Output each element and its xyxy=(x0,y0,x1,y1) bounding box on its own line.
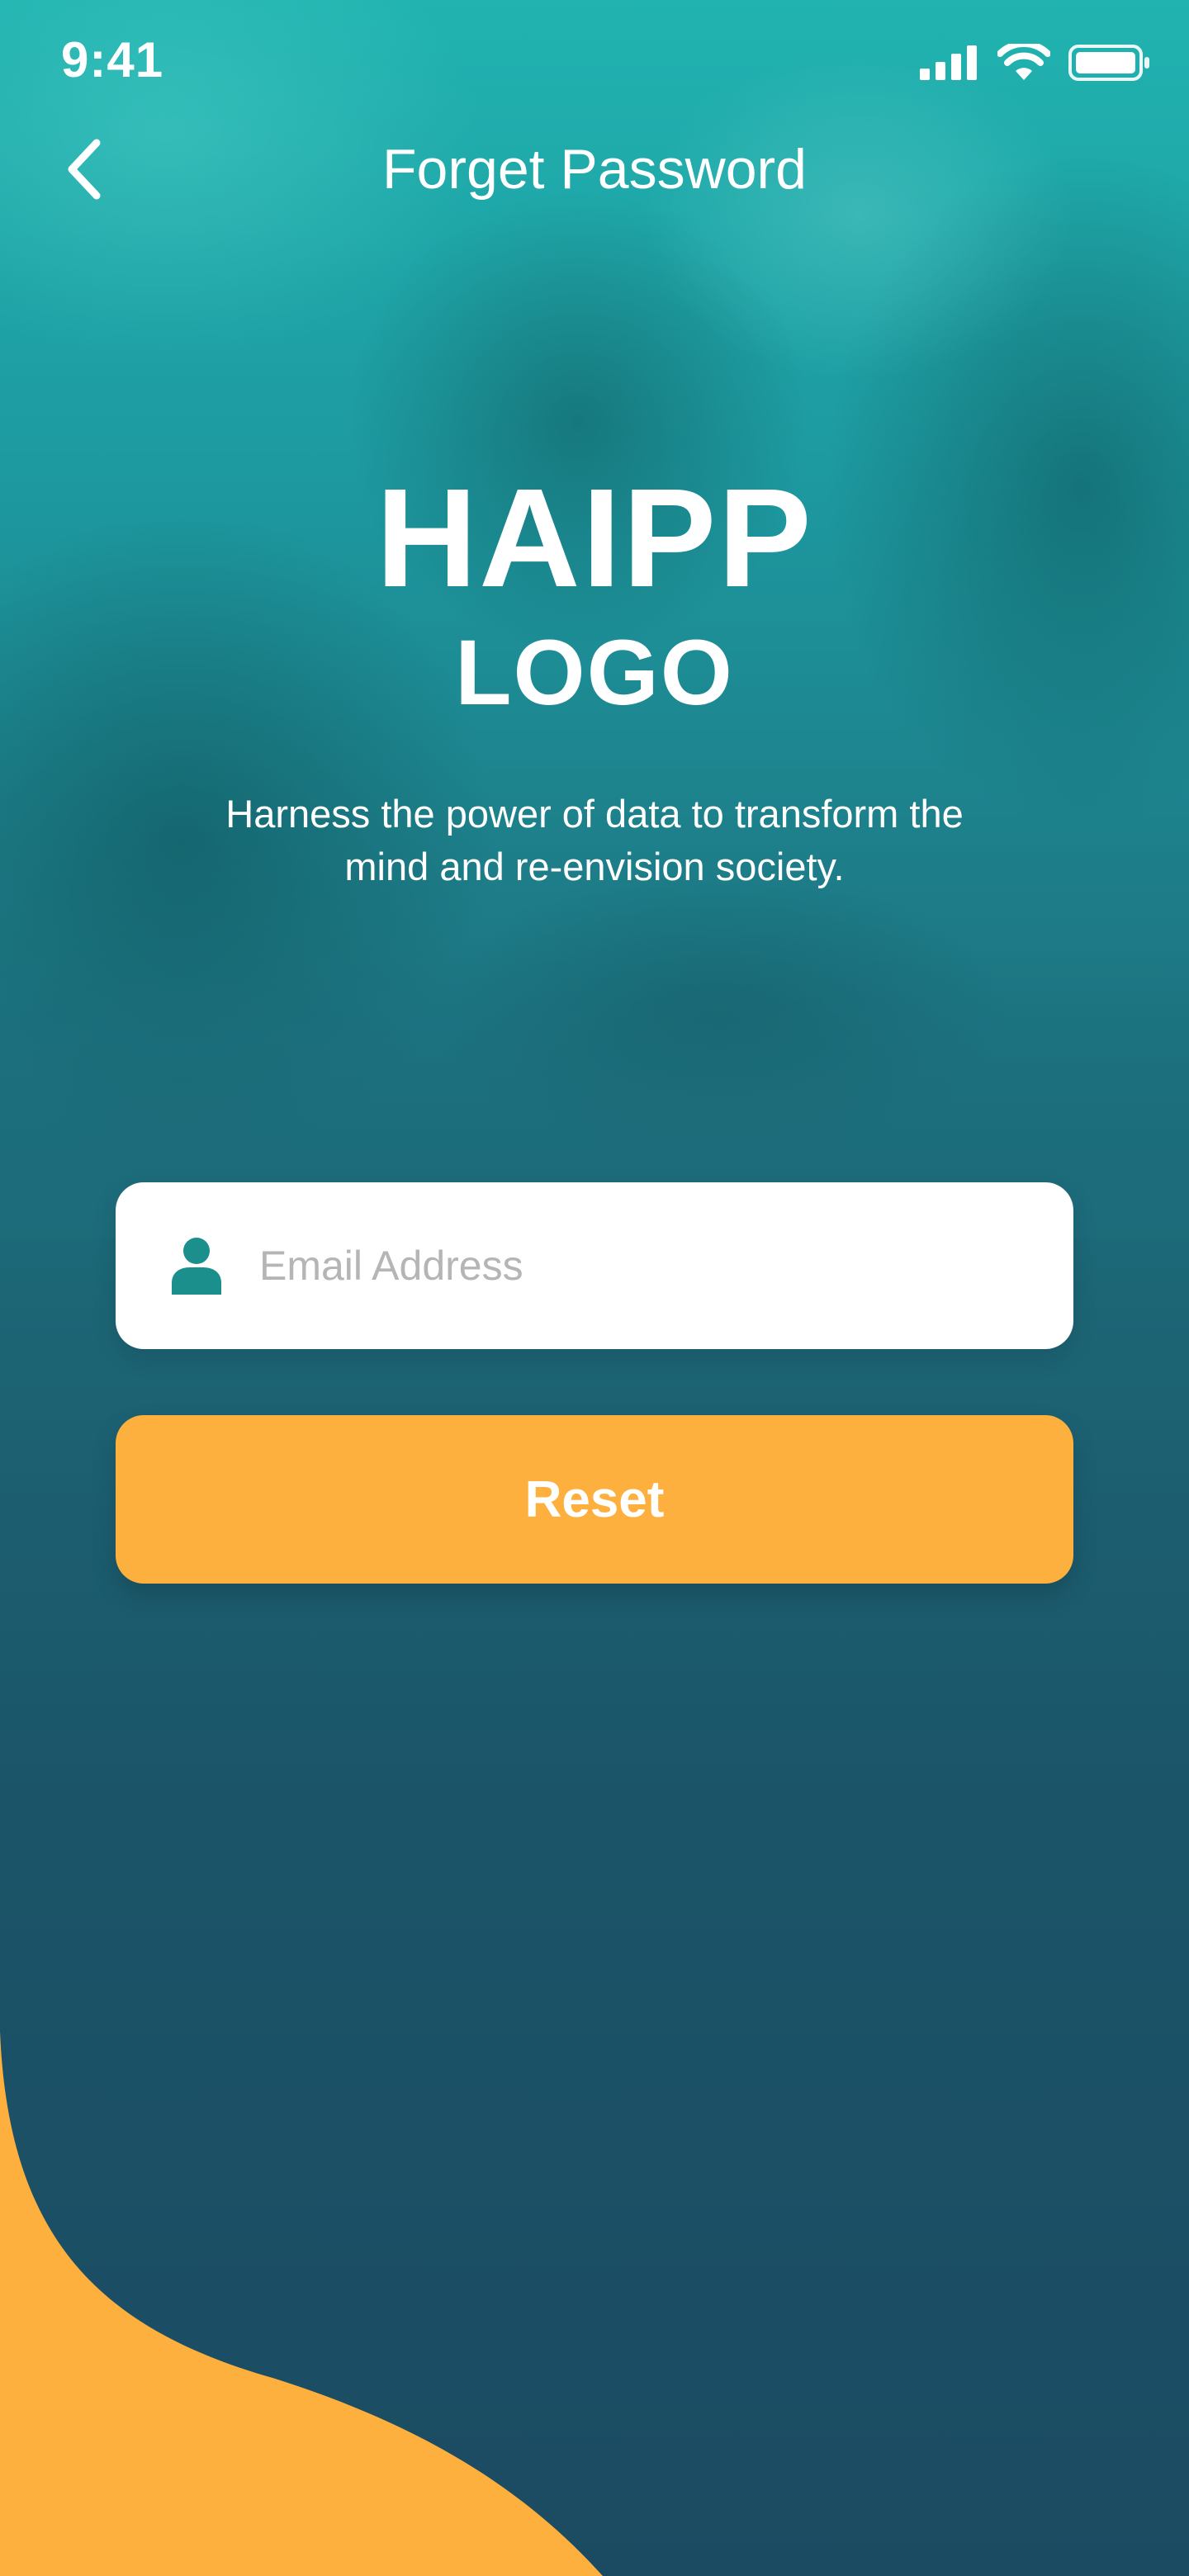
email-field[interactable] xyxy=(116,1182,1073,1349)
forget-password-screen: 9:41 Forget Password HAIPP LOGO Harness … xyxy=(0,0,1189,2576)
bottom-wave-decoration xyxy=(0,2031,603,2576)
page-title: Forget Password xyxy=(382,138,807,201)
chevron-left-icon xyxy=(68,139,101,200)
email-input[interactable] xyxy=(259,1215,1035,1316)
back-button[interactable] xyxy=(54,132,114,206)
battery-icon xyxy=(1068,45,1149,81)
signal-icon xyxy=(920,45,977,80)
tagline: Harness the power of data to transform t… xyxy=(225,792,964,888)
logo-title: HAIPP xyxy=(376,460,813,617)
reset-button[interactable]: Reset xyxy=(116,1415,1073,1584)
status-icons xyxy=(920,40,1151,86)
status-bar: 9:41 xyxy=(0,0,1189,124)
status-time: 9:41 xyxy=(61,32,164,88)
user-icon xyxy=(172,1238,221,1295)
logo-subtitle: LOGO xyxy=(455,621,734,724)
wifi-icon xyxy=(997,44,1050,80)
